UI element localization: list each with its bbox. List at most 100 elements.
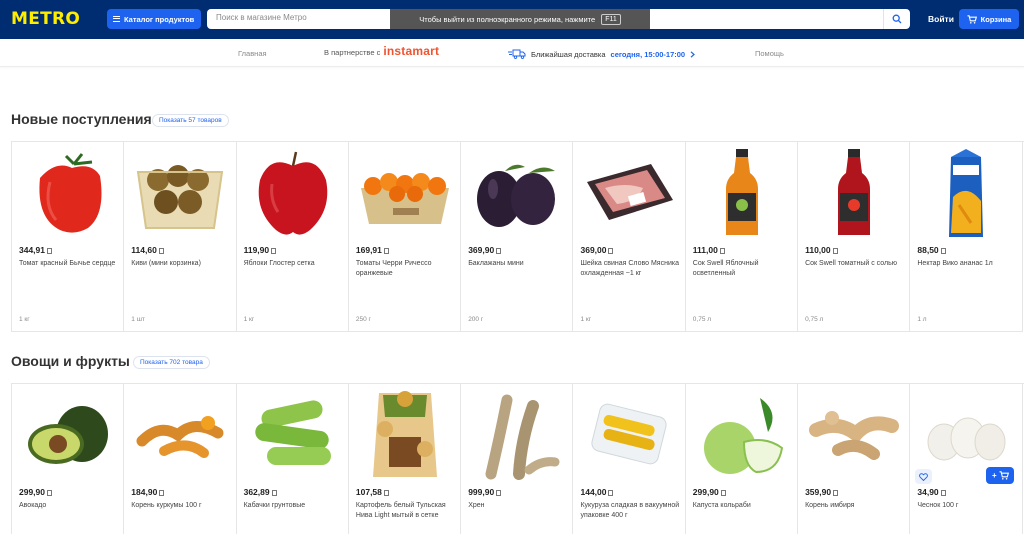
add-to-cart-button[interactable]: + — [986, 467, 1015, 484]
search-button[interactable] — [883, 9, 910, 29]
partner-banner[interactable]: В партнерстве с instamart — [324, 44, 440, 58]
product-name[interactable]: Яблоки Глостер сетка — [244, 259, 344, 269]
nav-help-link[interactable]: Помощь — [755, 49, 784, 58]
product-name[interactable]: Авокадо — [19, 501, 119, 511]
product-card[interactable]: 169,91 Томаты Черри Ричессо оранжевые 25… — [348, 142, 462, 332]
ruble-icon — [720, 489, 726, 496]
turmeric-image — [132, 389, 228, 481]
cart-icon — [967, 14, 977, 24]
product-price: 369,00 — [580, 245, 614, 255]
partner-prefix: В партнерстве с — [324, 48, 381, 57]
product-name[interactable]: Капуста кольраби — [693, 501, 793, 511]
product-price: 107,58 — [356, 487, 389, 497]
product-card[interactable]: 111,00 Сок Swell Яблочный осветленный 0,… — [685, 142, 799, 332]
ruble-icon — [47, 247, 52, 254]
product-card[interactable]: 114,60 Киви (мини корзинка) 1 шт — [124, 142, 237, 332]
product-price: 34,90 — [917, 487, 946, 497]
ruble-icon — [833, 489, 839, 496]
avocado-image — [20, 389, 116, 481]
cart-button[interactable]: Корзина — [959, 9, 1019, 29]
section-title-vegetables: Овощи и фрукты — [11, 353, 130, 369]
apple-image — [245, 147, 341, 239]
ruble-icon — [383, 247, 389, 254]
juice-carton-image — [918, 147, 1014, 239]
product-name[interactable]: Баклажаны мини — [468, 259, 568, 269]
instamart-logo: instamart — [383, 44, 440, 58]
horseradish-image — [469, 389, 565, 481]
product-name[interactable]: Киви (мини корзинка) — [131, 259, 231, 269]
delivery-time: сегодня, 15:00-17:00 — [610, 49, 686, 59]
product-name[interactable]: Кукуруза сладкая в вакуумной упаковке 40… — [580, 501, 680, 521]
product-card[interactable]: 107,58 Картофель белый Тульская Нива Lig… — [348, 384, 462, 534]
product-unit: 1 кг — [19, 316, 30, 323]
nav-home-link[interactable]: Главная — [238, 49, 267, 58]
product-card[interactable]: 369,90 Баклажаны мини 200 г — [461, 142, 574, 332]
product-name[interactable]: Корень куркумы 100 г — [131, 501, 231, 511]
eggplant-image — [469, 147, 565, 239]
product-name[interactable]: Томаты Черри Ричессо оранжевые — [356, 259, 456, 279]
product-card[interactable]: 144,00 Кукуруза сладкая в вакуумной упак… — [573, 384, 686, 534]
product-card[interactable]: 369,00 Шейка свиная Слово Мясника охлажд… — [573, 142, 686, 332]
product-name[interactable]: Чеснок 100 г — [917, 501, 1017, 511]
product-name[interactable]: Хрен — [468, 501, 568, 511]
login-link[interactable]: Войти — [928, 14, 954, 24]
product-price: 144,00 — [580, 487, 614, 497]
show-all-new-link[interactable]: Показать 57 товаров — [152, 114, 229, 127]
apple-juice-bottle-image — [694, 147, 790, 239]
product-price: 344,91 — [19, 245, 52, 255]
metro-logo[interactable]: METRO — [11, 9, 80, 29]
fullscreen-key: F11 — [601, 13, 621, 25]
product-card[interactable]: 344,91 Томат красный Бычье сердце 1 кг — [12, 142, 125, 332]
product-price: 184,90 — [131, 487, 165, 497]
fullscreen-notice: Чтобы выйти из полноэкранного режима, на… — [390, 9, 650, 29]
product-card[interactable]: 362,89 Кабачки грунтовые — [236, 384, 349, 534]
product-card[interactable]: 88,50 Нектар Вико ананас 1л 1 л — [910, 142, 1023, 332]
product-card[interactable]: 110,00 Сок Swell томатный с солью 0,75 л — [798, 142, 911, 332]
show-all-vegetables-link[interactable]: Показать 702 товара — [133, 356, 210, 369]
product-name[interactable]: Нектар Вико ананас 1л — [917, 259, 1017, 269]
product-name[interactable]: Картофель белый Тульская Нива Light мыты… — [356, 501, 456, 521]
product-card[interactable]: 359,90 Корень имбиря — [798, 384, 911, 534]
product-card[interactable]: 299,90 Капуста кольраби — [685, 384, 799, 534]
search-input[interactable] — [216, 13, 386, 22]
product-unit: 0,75 л — [692, 316, 712, 323]
tomato-image — [20, 147, 116, 239]
product-card[interactable]: 184,90 Корень куркумы 100 г — [124, 384, 237, 534]
product-card[interactable]: + 34,90 Чеснок 100 г — [910, 384, 1023, 534]
product-name[interactable]: Кабачки грунтовые — [244, 501, 344, 511]
ruble-icon — [271, 489, 277, 496]
heart-icon — [919, 472, 929, 481]
search-icon — [892, 14, 902, 24]
favorite-button[interactable] — [915, 469, 933, 484]
ruble-icon — [271, 247, 277, 254]
cart-button-label: Корзина — [980, 14, 1012, 24]
product-grid-new: 344,91 Томат красный Бычье сердце 1 кг 1… — [11, 141, 1024, 332]
product-price: 119,90 — [244, 245, 277, 255]
product-card[interactable]: 119,90 Яблоки Глостер сетка 1 кг — [236, 142, 349, 332]
ruble-icon — [719, 247, 725, 254]
product-name[interactable]: Сок Swell Яблочный осветленный — [693, 259, 793, 279]
product-unit: 0,75 л — [805, 316, 824, 323]
tomato-juice-bottle-image — [806, 147, 902, 239]
catalog-button[interactable]: Каталог продуктов — [107, 9, 201, 29]
product-card[interactable]: 299,90 Авокадо — [12, 384, 125, 534]
product-name[interactable]: Томат красный Бычье сердце — [19, 259, 119, 269]
delivery-label: Ближайшая доставка — [531, 49, 606, 59]
top-header: METRO Каталог продуктов Чтобы выйти из п… — [0, 0, 1024, 39]
product-card[interactable]: 999,90 Хрен — [461, 384, 574, 534]
potato-bag-image — [357, 389, 453, 481]
product-price: 88,50 — [917, 245, 946, 255]
delivery-info[interactable]: Ближайшая доставка сегодня, 15:00-17:00 — [508, 49, 695, 59]
kiwi-basket-image — [132, 147, 228, 239]
product-price: 999,90 — [468, 487, 502, 497]
corn-image — [581, 389, 677, 481]
ruble-icon — [608, 489, 614, 496]
product-name[interactable]: Корень имбиря — [805, 501, 905, 511]
zucchini-image — [245, 389, 341, 481]
product-name[interactable]: Шейка свиная Слово Мясника охлажденная ~… — [580, 259, 680, 279]
product-unit: 1 кг — [580, 316, 592, 323]
product-unit: 1 кг — [243, 316, 255, 323]
ruble-icon — [940, 489, 946, 496]
ruble-icon — [47, 489, 52, 496]
product-name[interactable]: Сок Swell томатный с солью — [805, 259, 905, 269]
